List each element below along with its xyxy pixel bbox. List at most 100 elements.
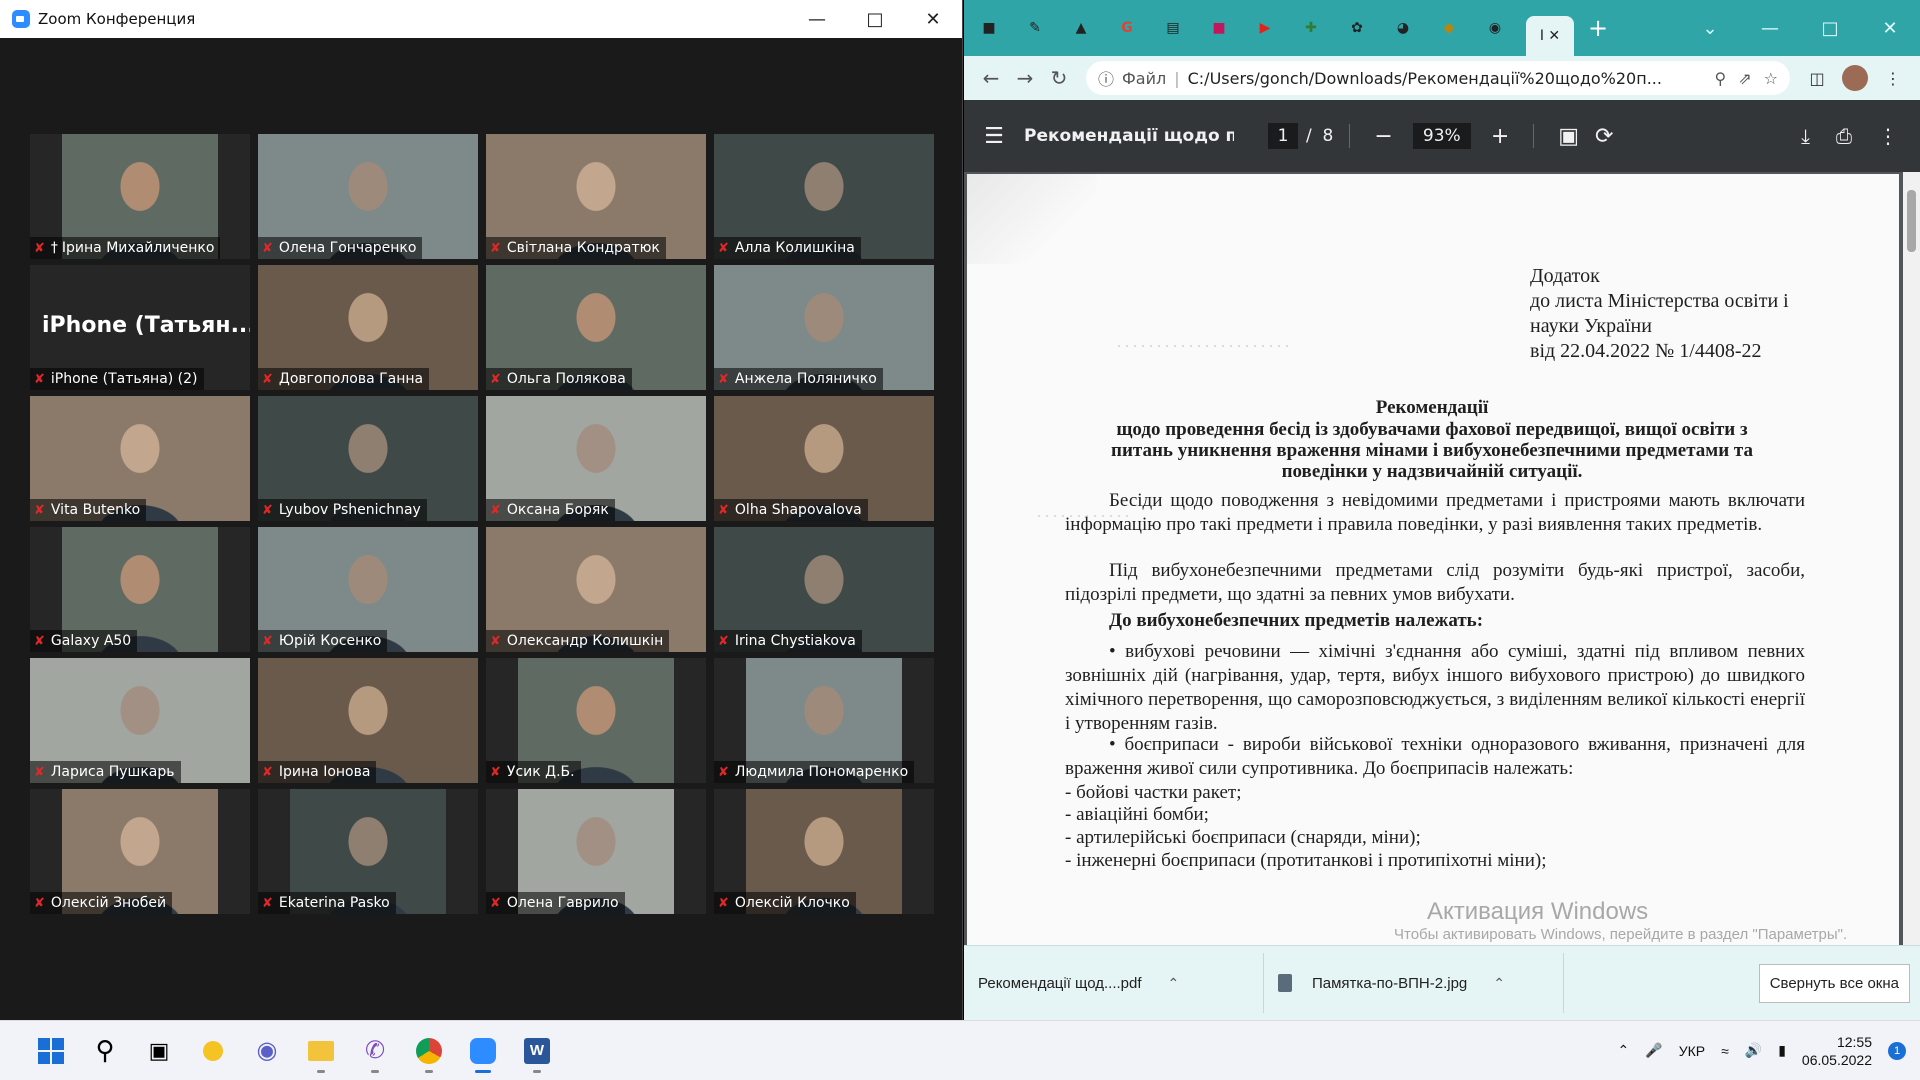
chevron-up-icon[interactable]: ⌃ (1493, 975, 1505, 992)
participant-tile[interactable]: ✘ Довгополова Ганна (258, 265, 478, 390)
participant-name-label: ✘ Олексій Клочко (714, 892, 856, 914)
close-button[interactable]: ✕ (1860, 18, 1920, 39)
zoom-lens-icon[interactable]: ⚲ (1715, 69, 1727, 88)
participant-tile[interactable]: ✘ Олексій Клочко (714, 789, 934, 914)
chrome-menu-icon[interactable]: ⋮ (1876, 69, 1910, 88)
address-bar[interactable]: ⓘ Файл | C:/Users/gonch/Downloads/Рекоме… (1086, 61, 1790, 95)
start-button[interactable] (24, 1027, 78, 1075)
reload-icon[interactable]: ↻ (1042, 66, 1076, 90)
microphone-icon[interactable]: 🎤 (1645, 1042, 1662, 1059)
participant-tile[interactable]: ✘ Юрій Косенко (258, 527, 478, 652)
new-tab-button[interactable]: + (1588, 14, 1608, 42)
print-icon[interactable]: ⎙ (1836, 124, 1852, 148)
download-icon[interactable]: ⤓ (1801, 124, 1810, 148)
participant-tile[interactable]: ✘ Олександр Колишкін (486, 527, 706, 652)
participant-tile[interactable]: ✘ Анжела Поляничко (714, 265, 934, 390)
info-icon[interactable]: ⓘ (1098, 66, 1114, 90)
word-icon[interactable]: W (510, 1027, 564, 1075)
maximize-button[interactable]: □ (846, 0, 904, 38)
participant-name-label: ✘ Олександр Колишкін (486, 630, 670, 652)
download-item[interactable]: Памятка-по-ВПН-2.jpg ⌃ (1264, 953, 1564, 1013)
chevron-up-icon[interactable]: ⌃ (1168, 975, 1180, 992)
participant-tile[interactable]: ✘ Світлана Кондратюк (486, 134, 706, 259)
participant-tile[interactable]: iPhone (Татьян... ✘ iPhone (Татьяна) (2) (30, 265, 250, 390)
participant-tile[interactable]: ✘ Olha Shapovalova (714, 396, 934, 521)
participant-tile[interactable]: ✘ Irina Chystiakova (714, 527, 934, 652)
tab-favicon-icon[interactable]: ✚ (1296, 13, 1326, 43)
collapse-all-windows-tooltip[interactable]: Свернуть все окна (1758, 963, 1910, 1003)
pdf-viewer[interactable]: . . . . . . . . . . . . . . . . . . . . … (964, 172, 1920, 945)
mic-muted-icon: ✘ (34, 633, 45, 649)
mic-muted-icon: ✘ (718, 502, 729, 518)
tab-favicon-icon[interactable]: ◕ (1388, 13, 1418, 43)
minimize-button[interactable]: — (788, 0, 846, 38)
forward-icon[interactable]: → (1008, 66, 1042, 90)
battery-icon[interactable]: ▮ (1778, 1042, 1786, 1059)
volume-icon[interactable]: 🔊 (1745, 1042, 1762, 1059)
participant-tile[interactable]: ✘ Vita Butenko (30, 396, 250, 521)
chevron-up-icon[interactable]: ⌃ (1618, 1042, 1630, 1059)
share-icon[interactable]: ⇗ (1738, 69, 1751, 88)
participant-tile[interactable]: ✘ Людмила Пономаренко (714, 658, 934, 783)
mic-muted-icon: ✘ (34, 240, 45, 256)
zoom-app-icon[interactable] (456, 1027, 510, 1075)
task-view-icon[interactable]: ▣ (132, 1027, 186, 1075)
participant-tile[interactable]: ✘ Ольга Полякова (486, 265, 706, 390)
google-tab-icon[interactable]: G (1112, 13, 1142, 43)
wifi-icon[interactable]: ≈ (1721, 1043, 1729, 1059)
pdf-menu-icon[interactable]: ☰ (964, 124, 1024, 149)
pdf-scrollbar[interactable] (1903, 172, 1920, 945)
tab-active[interactable]: I ✕ (1526, 16, 1574, 56)
rotate-icon[interactable]: ⟳ (1587, 124, 1621, 149)
zoom-out-button[interactable]: − (1366, 124, 1400, 149)
tab-favicon-icon[interactable]: ◆ (1434, 13, 1464, 43)
participant-tile[interactable]: ✘ † Ірина Михайличенко (30, 134, 250, 259)
more-options-icon[interactable]: ⋮ (1878, 124, 1898, 148)
tab-favicon-icon[interactable]: ■ (1204, 13, 1234, 43)
participant-tile[interactable]: ✘ Олена Гаврило (486, 789, 706, 914)
participant-tile[interactable]: ✘ Lyubov Pshenichnay (258, 396, 478, 521)
mic-muted-icon: ✘ (718, 895, 729, 911)
participant-tile[interactable]: ✘ Galaxy A50 (30, 527, 250, 652)
tab-favicon-icon[interactable]: ✎ (1020, 13, 1050, 43)
url-text[interactable]: C:/Users/gonch/Downloads/Рекомендації%20… (1188, 69, 1703, 88)
search-icon[interactable]: ⚲ (78, 1027, 132, 1075)
clock[interactable]: 12:55 06.05.2022 (1802, 1033, 1872, 1069)
participant-tile[interactable]: ✘ Олена Гончаренко (258, 134, 478, 259)
profile-avatar[interactable] (1842, 65, 1868, 91)
fit-page-icon[interactable]: ▣ (1550, 124, 1587, 149)
youtube-tab-icon[interactable]: ▶ (1250, 13, 1280, 43)
page-input[interactable]: 1 (1268, 123, 1298, 149)
close-button[interactable]: ✕ (904, 0, 962, 38)
tab-favicon-icon[interactable]: ▲ (1066, 13, 1096, 43)
bookmark-star-icon[interactable]: ☆ (1764, 69, 1778, 88)
tab-favicon-icon[interactable]: ✿ (1342, 13, 1372, 43)
tab-favicon-icon[interactable]: ■ (974, 13, 1004, 43)
widgets-icon[interactable] (186, 1027, 240, 1075)
maximize-button[interactable]: □ (1800, 18, 1860, 39)
viber-icon[interactable]: ✆ (348, 1027, 402, 1075)
notification-badge[interactable]: 1 (1888, 1041, 1906, 1060)
file-explorer-icon[interactable] (294, 1027, 348, 1075)
chat-icon[interactable]: ◉ (240, 1027, 294, 1075)
zoom-in-button[interactable]: + (1483, 124, 1517, 149)
participant-tile[interactable]: ✘ Лариса Пушкарь (30, 658, 250, 783)
globe-tab-icon[interactable]: ◉ (1480, 13, 1510, 43)
participant-tile[interactable]: ✘ Алла Колишкіна (714, 134, 934, 259)
language-indicator[interactable]: УКР (1679, 1043, 1705, 1059)
participant-tile[interactable]: ✘ Ірина Іонова (258, 658, 478, 783)
tab-close-icon[interactable]: ✕ (1548, 28, 1560, 44)
chrome-icon[interactable] (402, 1027, 456, 1075)
tab-search-icon[interactable]: ⌄ (1680, 18, 1740, 39)
back-icon[interactable]: ← (974, 66, 1008, 90)
pdf-tab-icon[interactable]: ▤ (1158, 13, 1188, 43)
scrollbar-thumb[interactable] (1907, 190, 1916, 252)
zoom-level-input[interactable]: 93% (1412, 123, 1471, 149)
participant-tile[interactable]: ✘ Усик Д.Б. (486, 658, 706, 783)
minimize-button[interactable]: — (1740, 18, 1800, 39)
participant-tile[interactable]: ✘ Ekaterina Pasko (258, 789, 478, 914)
participant-tile[interactable]: ✘ Оксана Боряк (486, 396, 706, 521)
download-item[interactable]: Рекомендації щод....pdf ⌃ (964, 953, 1264, 1013)
participant-tile[interactable]: ✘ Олексій Знобей (30, 789, 250, 914)
side-panel-icon[interactable]: ◫ (1800, 69, 1834, 88)
